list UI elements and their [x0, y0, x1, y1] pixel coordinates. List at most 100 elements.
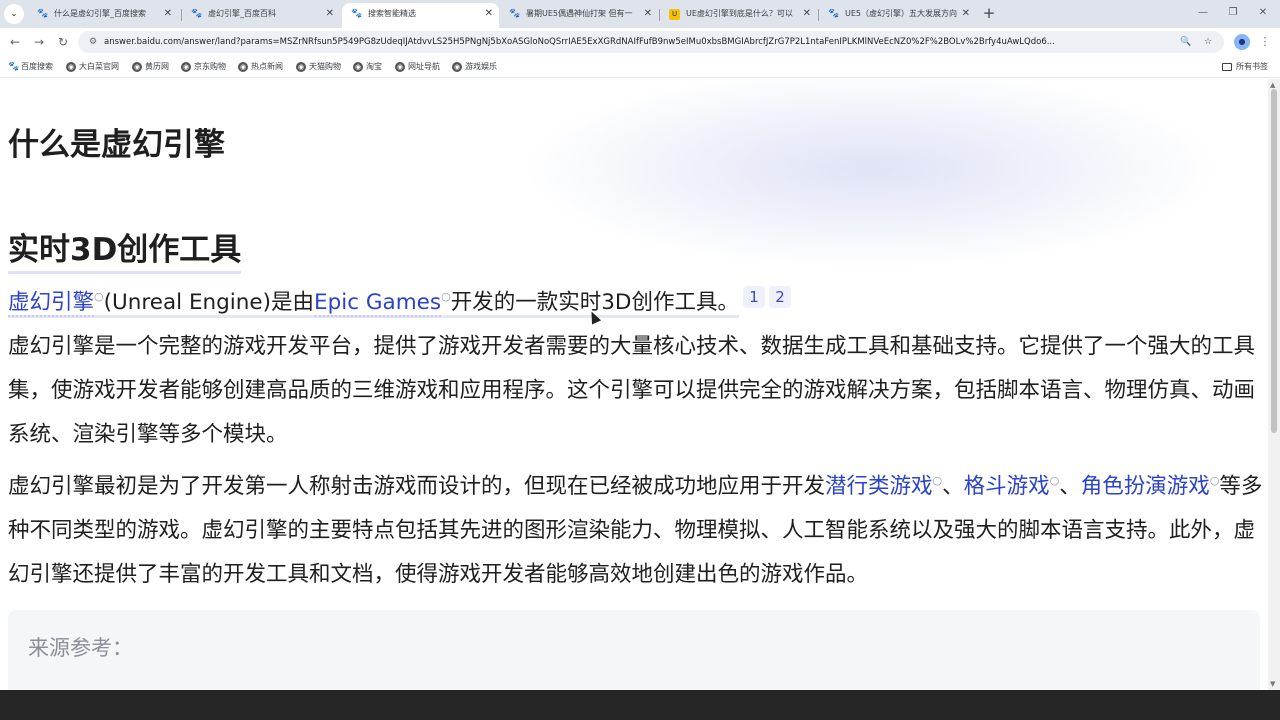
header-glow	[520, 79, 1220, 269]
bookmark-baidu-search[interactable]: 🐾 百度搜索	[8, 60, 53, 74]
scroll-down-arrow-icon[interactable]: ▼	[1270, 680, 1275, 688]
tab-label: 什么是虚幻引擎_百度搜索	[54, 9, 146, 18]
globe-icon: ◉	[66, 62, 76, 72]
bookmark-nav[interactable]: ◉ 网址导航	[395, 60, 440, 74]
globe-icon: ◉	[181, 62, 191, 72]
all-bookmarks-button[interactable]: 所有书签	[1222, 60, 1268, 74]
bookmark-games[interactable]: ◉ 游戏娱乐	[452, 60, 497, 74]
tab-label: 虚幻引擎_百度百科	[208, 9, 276, 18]
close-window-button[interactable]: ✕	[1248, 4, 1278, 22]
folder-icon	[1222, 63, 1232, 71]
bookmark-label: 游戏娱乐	[465, 62, 497, 71]
page-scrollbar[interactable]: ▲ ▼	[1268, 79, 1280, 690]
zoom-icon[interactable]: 🔍	[1178, 34, 1194, 50]
tab-close-icon[interactable]: ✕	[644, 3, 652, 25]
tab-ue5-article[interactable]: 🐾 暑期UE5偶遇神仙打架 但有一 ✕	[500, 3, 658, 28]
body-paragraph-1: 虚幻引擎是一个完整的游戏开发平台，提供了游戏开发者需要的大量核心技术、数据生成工…	[8, 334, 1256, 447]
tab-smart-answer[interactable]: 🐾 搜索智能精选 ✕	[342, 3, 499, 28]
globe-icon: ◉	[353, 62, 363, 72]
bookmark-huangli[interactable]: ◉ 黄历网	[132, 60, 169, 74]
search-icon[interactable]: ○	[441, 290, 451, 303]
body-text-1: 虚幻引擎最初是为了开发第一人称射击游戏而设计的，但现在已经被成功地应用于开发	[8, 474, 826, 499]
bookmark-dabaicai[interactable]: ◉ 大白菜官网	[66, 60, 119, 74]
tab-close-icon[interactable]: ✕	[962, 3, 970, 25]
link-rpg-games[interactable]: 角色扮演游戏	[1081, 474, 1210, 499]
bookmark-label: 热点新闻	[251, 62, 283, 71]
search-icon[interactable]: ○	[933, 474, 943, 487]
tab-baidu-baike[interactable]: 🐾 虚幻引擎_百度百科 ✕	[182, 3, 340, 28]
link-unreal-engine[interactable]: 虚幻引擎	[8, 290, 95, 317]
link-fighting-games[interactable]: 格斗游戏	[964, 474, 1050, 499]
ue-icon: U	[669, 9, 680, 20]
globe-icon: ◉	[132, 62, 142, 72]
bookmark-jd[interactable]: ◉ 京东购物	[181, 60, 226, 74]
browser-window: ⌄ 🐾 什么是虚幻引擎_百度搜索 ✕ 🐾 虚幻引擎_百度百科 ✕ 🐾 搜索智能精…	[0, 0, 1280, 720]
browser-toolbar: ← → ↻ ⚙ answer.baidu.com/answer/land?par…	[0, 28, 1280, 56]
tab-label: 搜索智能精选	[368, 9, 416, 18]
tab-label: 暑期UE5偶遇神仙打架 但有一	[526, 9, 633, 18]
citation-1[interactable]: 1	[742, 286, 765, 308]
address-bar[interactable]: ⚙ answer.baidu.com/answer/land?params=MS…	[78, 31, 1224, 53]
tab-label: UE虚幻引擎到底是什么？可以	[686, 9, 793, 18]
link-stealth-games[interactable]: 潜行类游戏	[825, 474, 933, 499]
paw-icon: 🐾	[828, 9, 840, 19]
all-bookmarks-label: 所有书签	[1236, 62, 1268, 71]
bookmarks-bar: 🐾 百度搜索 ◉ 大白菜官网 ◉ 黄历网 ◉ 京东购物 ◉ 热点新闻 ◉ 天猫购…	[0, 56, 1280, 78]
globe-icon: ◉	[296, 62, 306, 72]
tab-strip: ⌄ 🐾 什么是虚幻引擎_百度搜索 ✕ 🐾 虚幻引擎_百度百科 ✕ 🐾 搜索智能精…	[0, 0, 1280, 28]
page-content: 什么是虚幻引擎 实时3D创作工具 虚幻引擎○(Unreal Engine)是由E…	[0, 79, 1268, 690]
baidu-paw-icon: 🐾	[8, 62, 20, 72]
url-text[interactable]: answer.baidu.com/answer/land?params=MSZr…	[104, 31, 1164, 53]
reload-icon[interactable]: ↻	[54, 33, 72, 51]
globe-icon: ◉	[452, 62, 462, 72]
bottom-bar	[0, 690, 1280, 720]
separator: 、	[942, 474, 964, 499]
body-paragraph-2: 虚幻引擎最初是为了开发第一人称射击游戏而设计的，但现在已经被成功地应用于开发潜行…	[8, 459, 1264, 597]
bookmark-label: 网址导航	[408, 62, 440, 71]
bookmark-label: 百度搜索	[21, 62, 53, 71]
paw-icon: 🐾	[509, 9, 521, 19]
sources-panel: 来源参考：	[8, 610, 1260, 690]
bookmark-label: 黄历网	[145, 62, 169, 71]
scrollbar-thumb[interactable]	[1271, 89, 1277, 433]
tab-label: UE5（虚幻引擎）五大发展方向	[845, 9, 957, 18]
back-arrow-icon[interactable]: ←	[6, 33, 24, 51]
baidu-paw-icon: 🐾	[351, 9, 363, 19]
intro-paragraph: 虚幻引擎○(Unreal Engine)是由Epic Games○开发的一款实时…	[8, 276, 1264, 324]
tab-close-icon[interactable]: ✕	[485, 3, 493, 25]
separator: 、	[1059, 474, 1081, 499]
globe-icon: ◉	[395, 62, 405, 72]
tab-ue5-directions[interactable]: 🐾 UE5（虚幻引擎）五大发展方向 ✕	[819, 3, 976, 28]
baidu-paw-icon: 🐾	[191, 9, 203, 19]
tab-close-icon[interactable]: ✕	[164, 3, 172, 25]
section-title: 实时3D创作工具	[8, 224, 242, 274]
intro-text-1: (Unreal Engine)是由	[103, 290, 315, 315]
minimize-button[interactable]: —	[1188, 4, 1218, 22]
bookmark-star-icon[interactable]: ☆	[1200, 34, 1216, 50]
new-tab-button[interactable]: +	[980, 4, 998, 22]
search-icon[interactable]: ○	[94, 290, 104, 303]
tab-search-icon[interactable]: ⌄	[4, 4, 24, 24]
link-epic-games[interactable]: Epic Games	[314, 290, 442, 317]
menu-kebab-icon[interactable]: ⋮	[1258, 33, 1272, 51]
scroll-up-arrow-icon[interactable]: ▲	[1270, 81, 1275, 89]
restore-button[interactable]: ❐	[1218, 4, 1248, 22]
tab-close-icon[interactable]: ✕	[803, 3, 811, 25]
bookmark-label: 天猫购物	[309, 62, 341, 71]
tab-close-icon[interactable]: ✕	[326, 3, 334, 25]
globe-icon: ◉	[238, 62, 248, 72]
site-info-icon[interactable]: ⚙	[86, 34, 100, 50]
profile-avatar-icon[interactable]: ●	[1234, 34, 1250, 50]
page-title: 什么是虚幻引擎	[8, 127, 225, 163]
tab-ue-question[interactable]: U UE虚幻引擎到底是什么？可以 ✕	[660, 3, 817, 28]
bookmark-taobao[interactable]: ◉ 淘宝	[353, 60, 382, 74]
search-icon[interactable]: ○	[1210, 474, 1220, 487]
bookmark-label: 大白菜官网	[79, 62, 119, 71]
bookmark-tmall[interactable]: ◉ 天猫购物	[296, 60, 341, 74]
search-icon[interactable]: ○	[1050, 474, 1060, 487]
forward-arrow-icon[interactable]: →	[30, 33, 48, 51]
bookmark-news[interactable]: ◉ 热点新闻	[238, 60, 283, 74]
tab-baidu-search[interactable]: 🐾 什么是虚幻引擎_百度搜索 ✕	[28, 3, 178, 28]
baidu-paw-icon: 🐾	[37, 9, 49, 19]
citation-2[interactable]: 2	[768, 286, 791, 308]
